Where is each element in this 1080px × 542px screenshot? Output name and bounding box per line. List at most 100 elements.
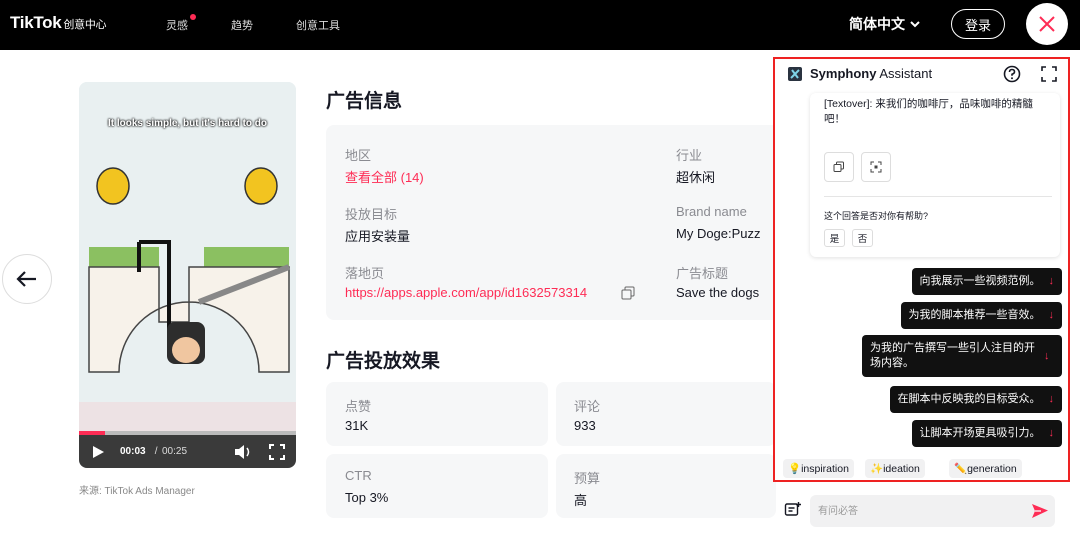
- video-caption: It looks simple, but it's hard to do: [107, 118, 268, 129]
- chip-label: inspiration: [801, 462, 849, 475]
- brand-name-label: Brand name: [676, 204, 747, 219]
- nav-creative-tools[interactable]: 创意工具: [296, 17, 340, 33]
- close-button[interactable]: [1026, 3, 1068, 45]
- suggestion-text: 向我展示一些视频范例。: [919, 275, 1041, 287]
- chevron-down-icon: [910, 21, 920, 28]
- ad-video-player[interactable]: It looks simple, but it's hard to do 00:…: [79, 82, 296, 468]
- chip-label: ideation: [883, 462, 920, 475]
- likes-label: 点赞: [345, 399, 372, 414]
- suggestion-item[interactable]: 向我展示一些视频范例。 ↓: [911, 268, 1062, 295]
- stat-comments: 评论 933: [556, 382, 776, 446]
- chip-inspiration[interactable]: 💡 inspiration: [783, 459, 854, 478]
- tiktok-logo[interactable]: TikTok 创意中心: [10, 13, 107, 33]
- ctr-value: Top 3%: [345, 490, 389, 505]
- top-bar: TikTok 创意中心 灵感 趋势 创意工具 简体中文 登录: [0, 0, 1080, 50]
- performance-title: 广告投放效果: [326, 351, 441, 372]
- stat-budget: 预算 高: [556, 454, 776, 518]
- assistant-input-row: [775, 490, 1075, 530]
- suggestion-item[interactable]: 为我的脚本推荐一些音效。 ↓: [900, 302, 1062, 329]
- video-time-current: 00:03: [120, 446, 146, 457]
- assistant-header: Symphony Assistant: [775, 59, 1068, 89]
- symphony-logo-icon: [788, 67, 802, 81]
- nav-trends[interactable]: 趋势: [231, 17, 253, 33]
- industry-label: 行业: [676, 148, 703, 163]
- suggestion-text: 为我的广告撰写一些引人注目的开场内容。: [870, 342, 1035, 369]
- close-icon: [1039, 16, 1055, 32]
- arrow-down-icon: ↓: [1048, 427, 1055, 439]
- feedback-yes-button[interactable]: 是: [824, 229, 845, 247]
- pencil-icon: ✏️: [954, 463, 968, 475]
- arrow-down-icon: ↓: [1044, 349, 1050, 362]
- suggestion-text: 让脚本开场更具吸引力。: [919, 427, 1041, 439]
- video-source: 来源: TikTok Ads Manager: [79, 486, 195, 497]
- ad-title-value: Save the dogs: [676, 285, 760, 300]
- suggestion-item[interactable]: 让脚本开场更具吸引力。 ↓: [911, 420, 1062, 447]
- lightbulb-icon: 💡: [788, 463, 802, 475]
- stat-ctr: CTR Top 3%: [326, 454, 548, 518]
- region-value-link[interactable]: 查看全部 (14): [345, 167, 424, 186]
- notification-dot: [190, 14, 196, 20]
- budget-value: 高: [574, 493, 588, 508]
- arrow-left-icon: [16, 271, 36, 287]
- assistant-message-text: [Textover]: 来我们的咖啡厅，品味咖啡的精髓吧！: [824, 98, 1033, 125]
- video-time-total: 00:25: [162, 446, 188, 457]
- ad-title-label: 广告标题: [676, 266, 729, 281]
- suggestion-text: 在脚本中反映我的目标受众。: [897, 393, 1041, 405]
- comments-label: 评论: [574, 399, 601, 414]
- message-divider: [824, 196, 1052, 197]
- chip-label: generation: [967, 462, 1017, 475]
- assistant-title-bold: Symphony: [810, 66, 877, 81]
- feedback-no-button[interactable]: 否: [852, 229, 873, 247]
- landing-page-link[interactable]: https://apps.apple.com/app/id1632573314: [345, 285, 587, 300]
- arrow-down-icon: ↓: [1048, 393, 1055, 405]
- suggestion-item[interactable]: 为我的广告撰写一些引人注目的开场内容。 ↓: [862, 335, 1062, 377]
- scan-icon: [870, 161, 882, 173]
- copy-icon[interactable]: [621, 286, 635, 300]
- play-icon[interactable]: [91, 445, 105, 459]
- symphony-assistant-panel: Symphony Assistant [Textover]: 来我们的咖啡厅，品…: [773, 57, 1070, 482]
- ctr-label: CTR: [345, 468, 372, 483]
- language-selector[interactable]: 简体中文: [849, 14, 921, 34]
- assistant-title: Symphony Assistant: [810, 66, 932, 81]
- region-label: 地区: [345, 148, 372, 163]
- language-label: 简体中文: [849, 16, 905, 32]
- industry-value: 超休闲: [676, 170, 716, 185]
- arrow-down-icon: ↓: [1048, 309, 1055, 321]
- feedback-question: 这个回答是否对你有帮助?: [824, 211, 929, 221]
- assistant-question-input[interactable]: [810, 495, 1055, 527]
- scan-button[interactable]: [861, 152, 891, 182]
- video-controls: 00:03 / 00:25: [79, 435, 296, 468]
- help-icon[interactable]: [1003, 65, 1021, 83]
- login-button[interactable]: 登录: [951, 9, 1005, 39]
- brand-name-value: My Doge:Puzz: [676, 226, 761, 241]
- logo-text: TikTok: [10, 13, 62, 32]
- new-chat-icon[interactable]: [784, 501, 802, 519]
- logo-sub: 创意中心: [63, 19, 107, 31]
- copy-response-button[interactable]: [824, 152, 854, 182]
- stat-likes: 点赞 31K: [326, 382, 548, 446]
- arrow-down-icon: ↓: [1048, 275, 1055, 287]
- chip-generation[interactable]: ✏️ generation: [949, 459, 1022, 478]
- copy-icon: [833, 161, 844, 172]
- objective-value: 应用安装量: [345, 229, 411, 244]
- objective-label: 投放目标: [345, 207, 398, 222]
- suggestion-item[interactable]: 在脚本中反映我的目标受众。 ↓: [889, 386, 1062, 413]
- ad-info-title: 广告信息: [326, 91, 403, 112]
- volume-icon[interactable]: [234, 444, 252, 460]
- chip-ideation[interactable]: ✨ ideation: [865, 459, 925, 478]
- ad-info-card: 地区 查看全部 (14) 投放目标 应用安装量 落地页 https://apps…: [326, 125, 786, 320]
- landing-page-label: 落地页: [345, 266, 385, 281]
- assistant-title-rest: Assistant: [876, 66, 933, 81]
- budget-label: 预算: [574, 471, 601, 486]
- back-button[interactable]: [2, 254, 52, 304]
- sparkle-icon: ✨: [870, 463, 884, 475]
- video-time-separator: /: [152, 446, 161, 457]
- expand-icon[interactable]: [1041, 66, 1057, 82]
- comments-value: 933: [574, 418, 596, 433]
- suggestion-text: 为我的脚本推荐一些音效。: [908, 309, 1041, 321]
- nav-inspiration[interactable]: 灵感: [166, 17, 188, 33]
- video-frame-illustration: [79, 82, 296, 431]
- send-icon[interactable]: [1031, 502, 1049, 520]
- likes-value: 31K: [345, 418, 369, 433]
- fullscreen-icon[interactable]: [269, 444, 285, 460]
